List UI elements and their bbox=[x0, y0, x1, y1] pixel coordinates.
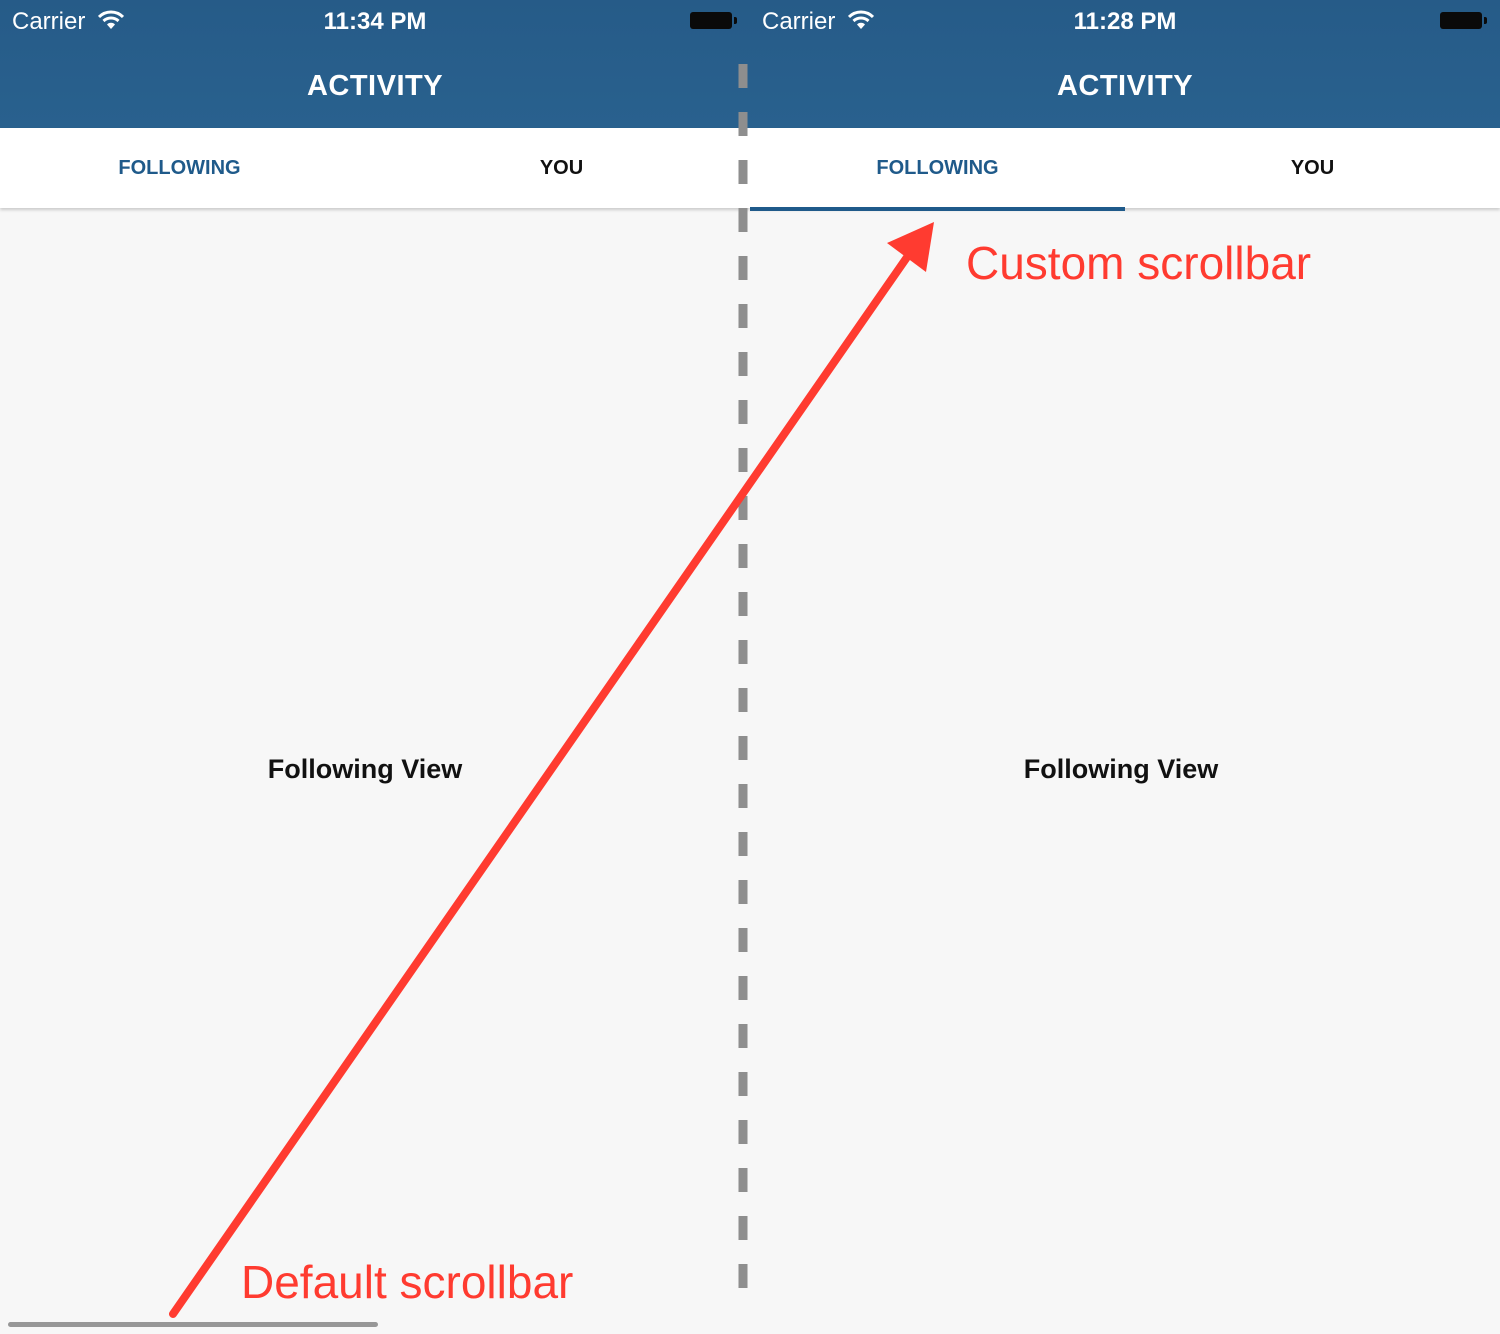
following-view-label: Following View bbox=[1023, 754, 1219, 784]
navigation-bar: Carrier 11:34 PM ACTIVITY bbox=[0, 0, 750, 128]
page-title: ACTIVITY bbox=[306, 70, 444, 102]
tab-you[interactable]: YOU bbox=[1125, 128, 1500, 208]
battery-icon bbox=[690, 12, 737, 29]
tab-bar: FOLLOWING YOU bbox=[750, 128, 1500, 211]
tab-following[interactable]: FOLLOWING bbox=[0, 128, 367, 208]
status-time: 11:34 PM bbox=[323, 8, 427, 35]
tab-following[interactable]: FOLLOWING bbox=[750, 128, 1125, 208]
custom-scrollbar-annotation: Custom scrollbar bbox=[966, 237, 1312, 289]
tab-you[interactable]: YOU bbox=[374, 128, 749, 208]
following-view-label: Following View bbox=[267, 754, 463, 784]
status-time: 11:28 PM bbox=[1073, 8, 1177, 35]
tab-bar: FOLLOWING YOU bbox=[0, 128, 750, 208]
page-title: ACTIVITY bbox=[1056, 70, 1194, 102]
navigation-bar: Carrier 11:28 PM ACTIVITY bbox=[750, 0, 1500, 128]
custom-scrollbar-indicator bbox=[750, 207, 1125, 211]
default-scrollbar-annotation: Default scrollbar bbox=[241, 1256, 574, 1308]
default-scrollbar[interactable] bbox=[8, 1322, 378, 1327]
right-screen-custom: Carrier 11:28 PM ACTIVITY FOLLOWING YOU … bbox=[750, 0, 1500, 1334]
left-screen-default: Carrier 11:34 PM ACTIVITY FOLLOWING YOU … bbox=[0, 0, 750, 1334]
battery-icon bbox=[1440, 12, 1487, 29]
